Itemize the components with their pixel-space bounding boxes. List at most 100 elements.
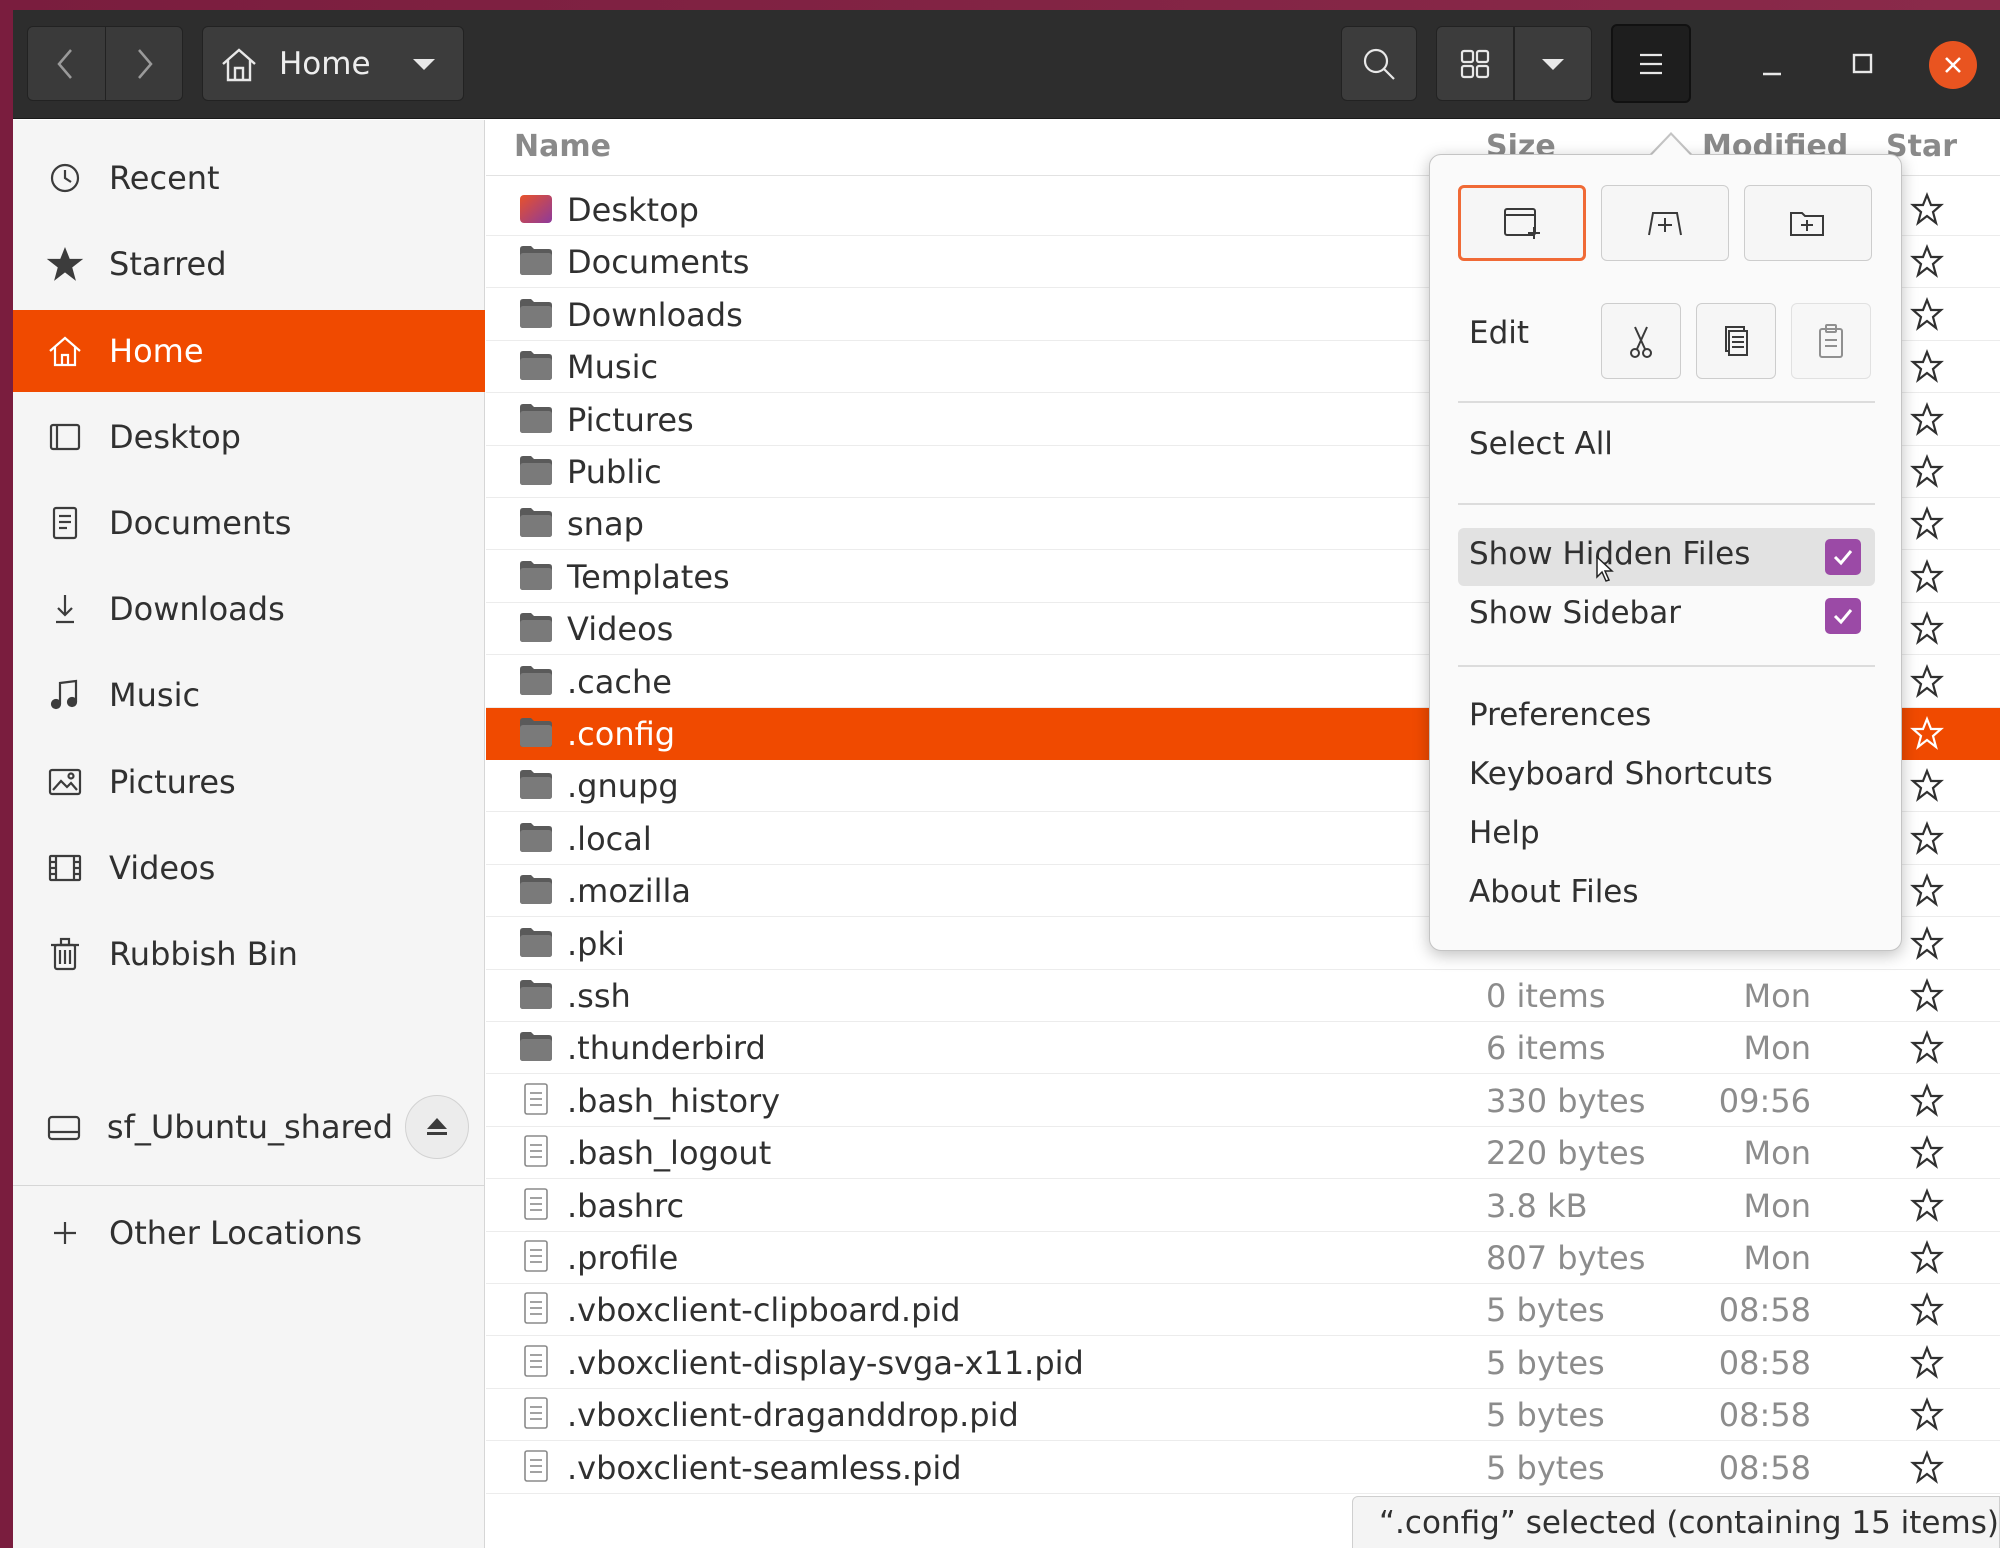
file-row[interactable]: .ssh 0 items Mon <box>486 970 2000 1022</box>
about-files-item[interactable]: About Files <box>1469 874 1639 910</box>
sidebar-item-label: Pictures <box>109 763 236 801</box>
column-name[interactable]: Name <box>514 129 611 164</box>
star-icon[interactable] <box>1910 296 1944 331</box>
select-all-item[interactable]: Select All <box>1469 426 1613 462</box>
star-icon[interactable] <box>1910 663 1944 698</box>
chevron-right-icon <box>137 48 153 79</box>
file-row[interactable]: .bash_logout 220 bytes Mon <box>486 1127 2000 1180</box>
sidebar-item-recent[interactable]: Recent <box>13 137 485 219</box>
file-row[interactable]: .profile 807 bytes Mon <box>486 1232 2000 1284</box>
star-icon[interactable] <box>1910 401 1944 436</box>
sidebar-item-rubbish-bin[interactable]: Rubbish Bin <box>13 913 485 995</box>
close-button[interactable] <box>1929 41 1977 89</box>
sidebar-item-label: Starred <box>109 245 227 283</box>
view-options-button[interactable] <box>1514 26 1592 101</box>
copy-button[interactable] <box>1696 303 1776 379</box>
help-item[interactable]: Help <box>1469 815 1540 851</box>
sidebar-item-downloads[interactable]: Downloads <box>13 568 485 650</box>
star-icon[interactable] <box>1910 192 1944 226</box>
forward-button[interactable] <box>104 27 182 100</box>
new-folder-icon <box>1790 212 1824 236</box>
star-icon[interactable] <box>1910 454 1944 488</box>
star-icon[interactable] <box>1910 611 1944 646</box>
cut-button[interactable] <box>1601 303 1681 379</box>
scissors-icon <box>1630 326 1652 358</box>
maximize-button[interactable] <box>1843 44 1883 84</box>
preferences-item[interactable]: Preferences <box>1469 697 1651 733</box>
sidebar-item-pictures[interactable]: Pictures <box>13 741 485 823</box>
status-bar: “.config” selected (containing 15 items) <box>1352 1496 2000 1548</box>
star-icon[interactable] <box>1910 1135 1944 1170</box>
sidebar-item-starred[interactable]: Starred <box>13 223 485 305</box>
show-sidebar-checkbox[interactable] <box>1825 598 1861 634</box>
star-icon[interactable] <box>1910 1187 1944 1222</box>
new-folder-button[interactable] <box>1744 185 1872 261</box>
file-row[interactable]: .bash_history 330 bytes 09:56 <box>486 1075 2000 1127</box>
star-icon[interactable] <box>1910 716 1944 750</box>
edit-label: Edit <box>1469 315 1530 351</box>
sidebar-item-other-locations[interactable]: Other Locations <box>13 1192 485 1274</box>
sidebar-item-sf-ubuntu-shared[interactable]: sf_Ubuntu_shared <box>13 1086 393 1168</box>
file-row[interactable]: .vboxclient-display-svga-x11.pid 5 bytes 0… <box>486 1337 2000 1389</box>
search-button[interactable] <box>1341 26 1417 101</box>
star-icon[interactable] <box>1910 506 1944 541</box>
star-icon[interactable] <box>1910 1344 1944 1379</box>
new-window-button[interactable] <box>1458 185 1586 261</box>
file-row[interactable]: .vboxclient-draganddrop.pid 5 bytes 08:58 <box>486 1389 2000 1442</box>
sidebar-item-music[interactable]: Music <box>13 654 485 736</box>
main-menu-button[interactable] <box>1611 24 1691 103</box>
file-name: Videos <box>567 610 674 649</box>
music-icon <box>43 673 87 717</box>
view-grid-button[interactable] <box>1436 26 1514 101</box>
star-icon[interactable] <box>1910 349 1944 384</box>
star-icon[interactable] <box>1910 1292 1944 1327</box>
star-icon[interactable] <box>1910 244 1944 279</box>
new-tab-button[interactable] <box>1601 185 1729 261</box>
star-icon[interactable] <box>1910 768 1944 803</box>
file-row[interactable]: .vboxclient-seamless.pid 5 bytes 08:58 <box>486 1442 2000 1494</box>
star-icon[interactable] <box>1910 820 1944 855</box>
show-hidden-files-checkbox[interactable] <box>1825 539 1861 575</box>
sidebar-item-documents[interactable]: Documents <box>13 482 485 564</box>
minimize-icon <box>1763 72 1781 76</box>
folder-icon <box>518 1030 554 1062</box>
keyboard-shortcuts-item[interactable]: Keyboard Shortcuts <box>1469 756 1773 792</box>
file-modified: Mon <box>1743 977 1811 1015</box>
file-name: .bash_logout <box>567 1134 772 1173</box>
folder-icon <box>518 768 554 800</box>
star-icon[interactable] <box>1910 873 1944 908</box>
file-name: .vboxclient-display-svga-x11.pid <box>567 1343 1084 1382</box>
chevron-down-icon <box>1542 58 1564 70</box>
star-icon[interactable] <box>1910 1397 1944 1432</box>
sidebar-item-videos[interactable]: Videos <box>13 827 485 909</box>
new-tab-icon <box>1648 212 1682 236</box>
show-sidebar-item[interactable]: Show Sidebar <box>1469 595 1681 631</box>
file-row[interactable]: .bashrc 3.8 kB Mon <box>486 1180 2000 1232</box>
star-icon[interactable] <box>1910 1030 1944 1065</box>
star-icon[interactable] <box>1910 978 1944 1012</box>
text-file-icon <box>518 1397 554 1429</box>
file-row[interactable]: .thunderbird 6 items Mon <box>486 1022 2000 1075</box>
star-icon[interactable] <box>1910 925 1944 960</box>
sidebar-item-desktop[interactable]: Desktop <box>13 396 485 478</box>
path-bar-home[interactable]: Home <box>202 26 464 101</box>
star-icon[interactable] <box>1910 1240 1944 1274</box>
file-size: 3.8 kB <box>1486 1186 1588 1225</box>
new-window-icon <box>1504 208 1540 239</box>
star-icon[interactable] <box>1910 1082 1944 1117</box>
star-icon[interactable] <box>1910 1449 1944 1484</box>
eject-button[interactable] <box>405 1095 469 1159</box>
chevron-down-icon[interactable] <box>409 54 439 74</box>
file-row[interactable]: .vboxclient-clipboard.pid 5 bytes 08:58 <box>486 1284 2000 1337</box>
path-label: Home <box>279 45 371 82</box>
folder-icon <box>518 402 554 434</box>
back-button[interactable] <box>28 27 105 100</box>
star-icon[interactable] <box>1910 558 1944 593</box>
sidebar-item-home[interactable]: Home <box>13 310 485 392</box>
folder-icon <box>518 611 554 643</box>
popover-arrow-fill <box>1651 135 1691 156</box>
paste-button[interactable] <box>1791 303 1871 379</box>
minimize-button[interactable] <box>1753 44 1793 84</box>
file-name: Documents <box>567 243 750 282</box>
folder-icon <box>518 716 554 748</box>
